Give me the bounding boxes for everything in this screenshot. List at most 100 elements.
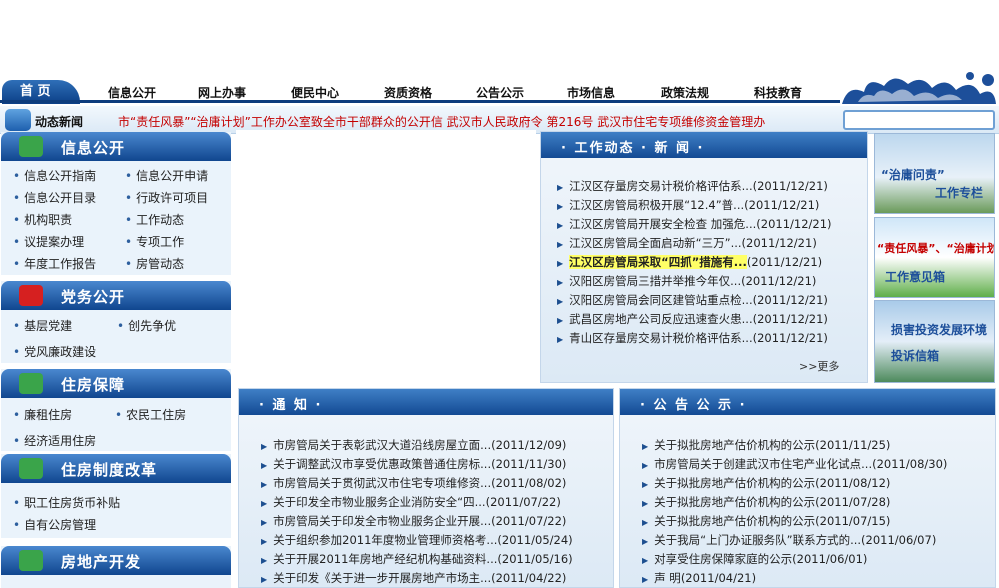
nav-item-convenience[interactable]: 便民中心 bbox=[291, 84, 339, 101]
nav-item-qualification[interactable]: 资质资格 bbox=[384, 84, 432, 101]
news-title[interactable]: 汉阳区房管局会同区建管站重点检... bbox=[569, 293, 752, 307]
sidebar-link[interactable]: 工作动态 bbox=[125, 211, 184, 228]
notice-title[interactable]: 市房管局关于表彰武汉大道沿线房屋立面... bbox=[273, 438, 491, 452]
news-title[interactable]: 武昌区房地产公司反应迅速查火患... bbox=[569, 312, 752, 326]
sidebar-housing-reform: 住房制度改革 职工住房货币补贴 自有公房管理 bbox=[1, 454, 231, 538]
announce-date: (2011/07/28) bbox=[815, 495, 891, 509]
sidebar-link[interactable]: 房管动态 bbox=[125, 255, 184, 272]
sidebar-link[interactable]: 职工住房货币补贴 bbox=[13, 494, 120, 511]
notice-row[interactable]: ▶ 市房管局关于贯彻武汉市住宅专项维修资...(2011/08/02) bbox=[261, 475, 566, 491]
news-row[interactable]: ▶ 汉阳区房管局三措并举推今年仅...(2011/12/21) bbox=[557, 273, 816, 289]
news-row[interactable]: ▶ 江汉区房管局开展安全检查 加强危...(2011/12/21) bbox=[557, 216, 832, 232]
sidebar-title: 信息公开 bbox=[61, 139, 126, 157]
notice-row[interactable]: ▶ 关于调整武汉市享受优惠政策普通住房标...(2011/11/30) bbox=[261, 456, 566, 472]
notice-row[interactable]: ▶ 关于组织参加2011年度物业管理师资格考...(2011/05/24) bbox=[261, 532, 573, 548]
bullet-arrow-icon: ▶ bbox=[261, 518, 268, 527]
notice-panel: · 通 知 · ▶ 市房管局关于表彰武汉大道沿线房屋立面...(2011/12/0… bbox=[238, 388, 614, 588]
bullet-arrow-icon: ▶ bbox=[261, 461, 268, 470]
banner-accountability[interactable]: “治庸问责” 工作专栏 bbox=[874, 133, 995, 214]
sidebar-link[interactable]: 机构职责 bbox=[13, 211, 72, 228]
sidebar-link[interactable]: 创先争优 bbox=[117, 317, 176, 334]
notice-row[interactable]: ▶ 市房管局关于表彰武汉大道沿线房屋立面...(2011/12/09) bbox=[261, 437, 566, 453]
notice-row[interactable]: ▶ 关于印发《关于进一步开展房地产市场主...(2011/04/22) bbox=[261, 570, 566, 586]
banner-opinion-box[interactable]: “责任风暴”、“治庸计划” 工作意见箱 bbox=[874, 217, 995, 298]
sidebar-link[interactable]: 党风廉政建设 bbox=[13, 343, 96, 360]
news-title[interactable]: 江汉区房管局积极开展“12.4”普... bbox=[569, 198, 744, 212]
news-row[interactable]: ▶ 武昌区房地产公司反应迅速查火患...(2011/12/21) bbox=[557, 311, 828, 327]
news-row[interactable]: ▶ 江汉区房管局全面启动新“三万”...(2011/12/21) bbox=[557, 235, 817, 251]
announce-row[interactable]: ▶ 声 明(2011/04/21) bbox=[642, 570, 756, 586]
sidebar-link[interactable]: 农民工住房 bbox=[115, 406, 186, 423]
news-row[interactable]: ▶ 江汉区房管局采取“四抓”措施有...(2011/12/21) bbox=[557, 254, 822, 270]
notice-title[interactable]: 市房管局关于贯彻武汉市住宅专项维修资... bbox=[273, 476, 491, 490]
announce-title[interactable]: 关于拟批房地产估价机构的公示 bbox=[654, 476, 815, 490]
notice-title[interactable]: 关于印发《关于进一步开展房地产市场主... bbox=[273, 571, 491, 585]
news-row[interactable]: ▶ 汉阳区房管局会同区建管站重点检...(2011/12/21) bbox=[557, 292, 828, 308]
news-title[interactable]: 汉阳区房管局三措并举推今年仅... bbox=[569, 274, 741, 288]
sidebar-link[interactable]: 基层党建 bbox=[13, 317, 72, 334]
more-link[interactable]: >>更多 bbox=[799, 358, 839, 374]
sidebar-link[interactable]: 信息公开目录 bbox=[13, 189, 96, 206]
notice-title[interactable]: 关于组织参加2011年度物业管理师资格考... bbox=[273, 533, 497, 547]
speaker-icon bbox=[5, 109, 31, 131]
sidebar-link[interactable]: 议提案办理 bbox=[13, 233, 84, 250]
notice-row[interactable]: ▶ 市房管局关于印发全市物业服务企业开展...(2011/07/22) bbox=[261, 513, 566, 529]
news-title[interactable]: 江汉区房管局开展安全检查 加强危... bbox=[569, 217, 756, 231]
nav-item-info-public[interactable]: 信息公开 bbox=[108, 84, 156, 101]
notice-title[interactable]: 关于调整武汉市享受优惠政策普通住房标... bbox=[273, 457, 491, 471]
nav-item-online-service[interactable]: 网上办事 bbox=[198, 84, 246, 101]
bullet-arrow-icon: ▶ bbox=[557, 335, 564, 344]
news-date: (2011/12/21) bbox=[741, 274, 817, 288]
announce-row[interactable]: ▶ 市房管局关于创建武汉市住宅产业化试点...(2011/08/30) bbox=[642, 456, 947, 472]
nav-item-policy-law[interactable]: 政策法规 bbox=[661, 84, 709, 101]
announce-row[interactable]: ▶ 关于我局“上门办证服务队”联系方式的...(2011/06/07) bbox=[642, 532, 936, 548]
notice-date: (2011/12/09) bbox=[491, 438, 567, 452]
banner-text: 投诉信箱 bbox=[891, 349, 940, 363]
announce-row[interactable]: ▶ 关于拟批房地产估价机构的公示(2011/07/15) bbox=[642, 513, 890, 529]
news-date: (2011/12/21) bbox=[744, 198, 820, 212]
sidebar-link[interactable]: 信息公开申请 bbox=[125, 167, 208, 184]
announce-title[interactable]: 市房管局关于创建武汉市住宅产业化试点... bbox=[654, 457, 872, 471]
bullet-arrow-icon: ▶ bbox=[261, 499, 268, 508]
sidebar-link[interactable]: 年度工作报告 bbox=[13, 255, 96, 272]
nav-item-tech-edu[interactable]: 科技教育 bbox=[754, 84, 802, 101]
news-row[interactable]: ▶ 青山区存量房交易计税价格评估系...(2011/12/21) bbox=[557, 330, 828, 346]
news-row[interactable]: ▶ 江汉区存量房交易计税价格评估系...(2011/12/21) bbox=[557, 178, 828, 194]
center-blank-area bbox=[236, 130, 536, 380]
news-title[interactable]: 江汉区存量房交易计税价格评估系... bbox=[569, 179, 752, 193]
announce-title[interactable]: 关于拟批房地产估价机构的公示 bbox=[654, 438, 815, 452]
banner-text: 损害投资发展环境 bbox=[891, 323, 988, 337]
sidebar-link[interactable]: 信息公开指南 bbox=[13, 167, 96, 184]
notice-row[interactable]: ▶ 关于印发全市物业服务企业消防安全“四...(2011/07/22) bbox=[261, 494, 561, 510]
sidebar-link[interactable]: 自有公房管理 bbox=[13, 516, 96, 533]
sidebar-link[interactable]: 廉租住房 bbox=[13, 406, 72, 423]
house-icon bbox=[19, 458, 43, 479]
sidebar-link[interactable]: 行政许可项目 bbox=[125, 189, 208, 206]
notice-row[interactable]: ▶ 关于开展2011年房地产经纪机构基础资料...(2011/05/16) bbox=[261, 551, 573, 567]
sidebar-link[interactable]: 经济适用住房 bbox=[13, 432, 96, 449]
news-date: (2011/12/21) bbox=[752, 312, 828, 326]
announce-title[interactable]: 声 明 bbox=[654, 571, 681, 585]
announce-title[interactable]: 关于拟批房地产估价机构的公示 bbox=[654, 495, 815, 509]
news-title[interactable]: 青山区存量房交易计税价格评估系... bbox=[569, 331, 752, 345]
news-row[interactable]: ▶ 江汉区房管局积极开展“12.4”普...(2011/12/21) bbox=[557, 197, 819, 213]
notice-title[interactable]: 关于印发全市物业服务企业消防安全“四... bbox=[273, 495, 485, 509]
announce-title[interactable]: 关于我局“上门办证服务队”联系方式的... bbox=[654, 533, 861, 547]
nav-item-market-info[interactable]: 市场信息 bbox=[567, 84, 615, 101]
announce-row[interactable]: ▶ 关于拟批房地产估价机构的公示(2011/07/28) bbox=[642, 494, 890, 510]
announce-title[interactable]: 关于拟批房地产估价机构的公示 bbox=[654, 514, 815, 528]
announce-row[interactable]: ▶ 关于拟批房地产估价机构的公示(2011/08/12) bbox=[642, 475, 890, 491]
news-date: (2011/12/21) bbox=[746, 255, 823, 269]
notice-title[interactable]: 关于开展2011年房地产经纪机构基础资料... bbox=[273, 552, 497, 566]
announce-row[interactable]: ▶ 对享受住房保障家庭的公示(2011/06/01) bbox=[642, 551, 867, 567]
ticker-scroll-text[interactable]: 市“责任风暴”“治庸计划”工作办公室致全市干部群众的公开信 武汉市人民政府令 第… bbox=[118, 113, 836, 129]
announce-title[interactable]: 对享受住房保障家庭的公示 bbox=[654, 552, 792, 566]
banner-complaint-box[interactable]: 损害投资发展环境 投诉信箱 bbox=[874, 300, 995, 383]
search-input[interactable] bbox=[843, 110, 995, 130]
sidebar-link[interactable]: 专项工作 bbox=[125, 233, 184, 250]
notice-title[interactable]: 市房管局关于印发全市物业服务企业开展... bbox=[273, 514, 491, 528]
nav-item-announcement[interactable]: 公告公示 bbox=[476, 84, 524, 101]
news-title[interactable]: 江汉区房管局采取“四抓”措施有... bbox=[569, 255, 747, 269]
news-title[interactable]: 江汉区房管局全面启动新“三万”... bbox=[569, 236, 741, 250]
announce-row[interactable]: ▶ 关于拟批房地产估价机构的公示(2011/11/25) bbox=[642, 437, 890, 453]
